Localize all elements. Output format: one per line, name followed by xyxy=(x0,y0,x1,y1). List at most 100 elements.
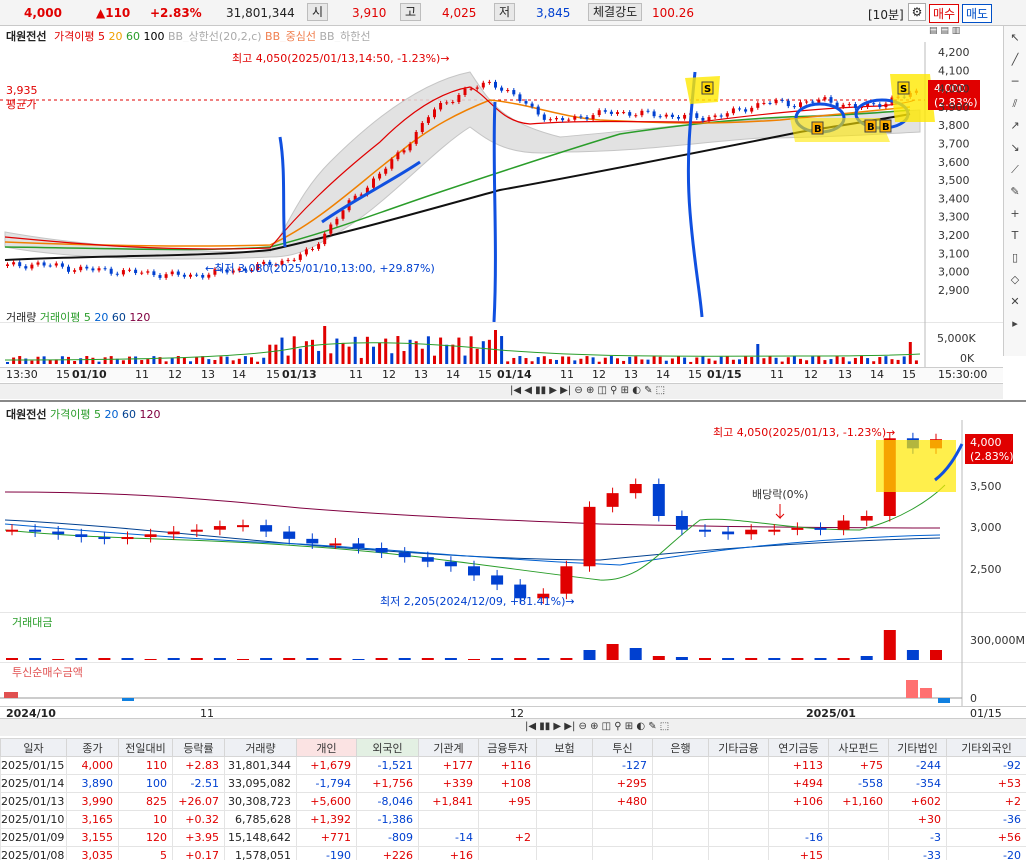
table-header-cell[interactable]: 전일대비 xyxy=(118,738,173,757)
y-axis-tick: 4,100 xyxy=(938,64,970,77)
channel-tool-icon[interactable]: ⫽ xyxy=(1005,94,1025,114)
table-cell: 2025/01/15 xyxy=(0,756,67,775)
candle xyxy=(42,262,46,266)
volume-bar xyxy=(609,356,613,364)
scroll-controls[interactable]: |◀ ◀ ▮▮ ▶ ▶| ⊖ ⊕ ◫ ⚲ ⊞ ◐ ✎ ⬚ xyxy=(510,385,665,396)
candle xyxy=(414,131,418,144)
volume-bar xyxy=(725,356,729,364)
table-row[interactable]: 2025/01/13 3,990 825 +26.07 30,308,723 +5,600… xyxy=(0,792,1026,811)
chart1-expand-controls[interactable]: ▤ ▤ ▥ xyxy=(929,26,960,36)
table-cell xyxy=(652,756,709,775)
table-cell: +2.83 xyxy=(172,756,225,775)
volume-bar xyxy=(420,348,424,364)
daily-candle xyxy=(283,531,296,539)
table-cell: -1,386 xyxy=(356,810,419,829)
volume-bar xyxy=(494,330,497,364)
table-cell: +95 xyxy=(478,792,537,811)
table-row[interactable]: 2025/01/10 3,165 10 +0.32 6,785,628 +1,392 -1,… xyxy=(0,810,1026,829)
scroll-controls-daily[interactable]: |◀ ▮▮ ▶ ▶| ⊖ ⊕ ◫ ⚲ ⊞ ◐ ✎ ⬚ xyxy=(525,721,669,732)
text-tool-icon[interactable]: T xyxy=(1005,226,1025,246)
volume-bar xyxy=(365,336,369,364)
delete-tool-icon[interactable]: ✕ xyxy=(1005,292,1025,312)
table-header-cell[interactable]: 기타금융 xyxy=(708,738,769,757)
daily-candle xyxy=(260,525,273,532)
shape-tool-icon[interactable]: ◇ xyxy=(1005,270,1025,290)
candle xyxy=(439,102,443,110)
table-header-cell[interactable]: 금융투자 xyxy=(478,738,537,757)
buy-button[interactable]: 매수 xyxy=(929,4,960,23)
candle xyxy=(799,102,802,107)
volume-bar xyxy=(664,360,668,364)
line-tool-icon[interactable]: ╱ xyxy=(1005,50,1025,70)
settings-gear-icon[interactable]: ⚙ xyxy=(908,3,926,21)
daily-candle xyxy=(814,527,827,530)
daily-candle xyxy=(560,566,573,594)
horizontal-line-icon[interactable]: ─ xyxy=(1005,72,1025,92)
trend-tool-icon[interactable]: ↗ xyxy=(1005,116,1025,136)
volume-bar xyxy=(311,339,314,364)
table-header-cell[interactable]: 은행 xyxy=(652,738,709,757)
volume-bar xyxy=(30,360,34,364)
volume-bar xyxy=(12,357,16,364)
volume-bar xyxy=(634,356,638,364)
volume-bar xyxy=(548,359,552,364)
table-header-cell[interactable]: 외국인 xyxy=(356,738,419,757)
cross-tool-icon[interactable]: + xyxy=(1005,204,1025,224)
high-label: 고 xyxy=(400,3,422,21)
period-selector[interactable]: [10분] xyxy=(868,6,904,23)
daily-price-chart[interactable]: 최고 4,050(2025/01/13, -1.23%)→ 최저 2,205(2… xyxy=(0,420,1026,612)
volume-bar xyxy=(487,339,491,364)
daily-candle xyxy=(722,531,735,535)
table-row[interactable]: 2025/01/09 3,155 120 +3.95 15,148,642 +771 -80… xyxy=(0,828,1026,847)
candle xyxy=(634,115,638,117)
table-row[interactable]: 2025/01/14 3,890 100 -2.51 33,095,082 -1,794 +… xyxy=(0,774,1026,793)
trade-amount-chart[interactable]: 300,000M xyxy=(0,612,1026,662)
volume-bar xyxy=(262,357,266,364)
volume-bar xyxy=(823,360,827,364)
investment-trust-chart[interactable]: 0 xyxy=(0,662,1026,706)
table-header-cell[interactable]: 보험 xyxy=(536,738,593,757)
daily-candle xyxy=(29,529,42,532)
cursor-tool-icon[interactable]: ↖ xyxy=(1005,28,1025,48)
intraday-volume-chart[interactable]: 5,000K 0K xyxy=(0,322,1003,367)
volume-bar xyxy=(353,336,357,364)
table-header-cell[interactable]: 일자 xyxy=(0,738,67,757)
candle xyxy=(555,118,558,120)
table-header-cell[interactable]: 기타외국인 xyxy=(946,738,1026,757)
volume-bar xyxy=(433,355,436,364)
table-header-cell[interactable]: 거래량 xyxy=(224,738,297,757)
intraday-price-chart[interactable]: 최고 4,050(2025/01/13,14:50, -1.23%)→ ←최저 … xyxy=(0,42,1003,322)
daily-scrollbar[interactable]: |◀ ▮▮ ▶ ▶| ⊖ ⊕ ◫ ⚲ ⊞ ◐ ✎ ⬚ xyxy=(0,718,1026,736)
trade-amount-bar xyxy=(6,658,18,660)
volume-bar xyxy=(463,355,467,364)
table-cell: 825 xyxy=(118,792,173,811)
auto-tool-icon[interactable]: ✎ xyxy=(1005,182,1025,202)
volume-bar xyxy=(555,359,558,364)
table-header-cell[interactable]: 종가 xyxy=(66,738,119,757)
trade-amount-bar xyxy=(606,644,619,660)
x-axis-tick: 14 xyxy=(446,368,460,381)
table-header-cell[interactable]: 개인 xyxy=(296,738,357,757)
sell-button[interactable]: 매도 xyxy=(962,4,993,23)
table-header-cell[interactable]: 등락률 xyxy=(172,738,225,757)
table-header-cell[interactable]: 연기금등 xyxy=(768,738,829,757)
arrow-tool-icon[interactable]: ↘ xyxy=(1005,138,1025,158)
candle xyxy=(768,102,772,104)
table-row[interactable]: 2025/01/15 4,000 110 +2.83 31,801,344 +1,679-… xyxy=(0,756,1026,775)
intraday-scrollbar[interactable]: |◀ ◀ ▮▮ ▶ ▶| ⊖ ⊕ ◫ ⚲ ⊞ ◐ ✎ ⬚ xyxy=(0,383,1003,399)
table-header-cell[interactable]: 사모펀드 xyxy=(828,738,889,757)
candle-tool-icon[interactable]: ▯ xyxy=(1005,248,1025,268)
volume-bar xyxy=(506,361,510,364)
table-cell: -2.51 xyxy=(172,774,225,793)
x-axis-tick: 12 xyxy=(168,368,182,381)
more-tool-icon[interactable]: ▸ xyxy=(1005,314,1025,334)
ray-tool-icon[interactable]: ⟋ xyxy=(1005,160,1025,180)
table-header-cell[interactable]: 투신 xyxy=(592,738,653,757)
table-row[interactable]: 2025/01/08 3,035 5 +0.17 1,578,051 -190 +226 +1… xyxy=(0,846,1026,860)
table-cell: -809 xyxy=(356,828,419,847)
candle xyxy=(713,115,717,118)
candle xyxy=(73,270,77,272)
table-header-cell[interactable]: 기타법인 xyxy=(888,738,947,757)
x-axis-tick: 14 xyxy=(870,368,884,381)
table-header-cell[interactable]: 기관계 xyxy=(418,738,479,757)
